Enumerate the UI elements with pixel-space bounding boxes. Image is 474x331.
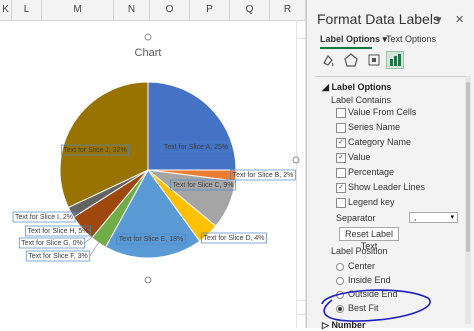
size-properties-icon[interactable] bbox=[365, 51, 383, 69]
data-label[interactable]: Text for Slice E, 18% bbox=[119, 236, 184, 243]
data-label[interactable]: Text for Slice I, 2% bbox=[15, 214, 73, 221]
separator-value: , bbox=[414, 213, 416, 222]
radio-inside-end[interactable] bbox=[336, 277, 344, 285]
section-label: Number bbox=[331, 320, 365, 330]
checkbox-label: Series Name bbox=[348, 122, 400, 132]
checkbox-label: Legend key bbox=[348, 197, 395, 207]
effects-icon[interactable] bbox=[342, 51, 360, 69]
resize-handle[interactable] bbox=[293, 157, 299, 163]
resize-handle[interactable] bbox=[145, 277, 151, 283]
tab-label-options[interactable]: Label Options ▾ bbox=[320, 34, 387, 45]
fill-line-icon[interactable] bbox=[319, 51, 337, 69]
radio-label: Best Fit bbox=[348, 303, 379, 313]
radio-label: Center bbox=[348, 261, 375, 271]
data-label[interactable]: Text for Slice H, 5% bbox=[27, 228, 88, 235]
scrollbar-thumb[interactable] bbox=[466, 82, 470, 252]
data-label[interactable]: Text for Slice B, 2% bbox=[233, 172, 294, 179]
section-label: Label Options bbox=[331, 82, 391, 92]
label-position-heading: Label Position bbox=[331, 246, 388, 256]
data-label[interactable]: Text for Slice F, 3% bbox=[28, 253, 88, 260]
pane-title: Format Data Labels bbox=[317, 11, 440, 27]
data-label[interactable]: Text for Slice D, 4% bbox=[203, 235, 264, 242]
radio-outside-end[interactable] bbox=[336, 291, 344, 299]
checkbox-label: Value bbox=[348, 152, 370, 162]
data-label[interactable]: Text for Slice A, 25% bbox=[164, 144, 228, 151]
label-contains-heading: Label Contains bbox=[331, 95, 391, 105]
separator-label: Separator bbox=[336, 213, 376, 223]
label-options-icon[interactable] bbox=[386, 51, 404, 69]
radio-best-fit[interactable] bbox=[336, 305, 344, 313]
reset-label-text-button[interactable]: Reset Label Text bbox=[339, 227, 399, 241]
tab-underline bbox=[320, 47, 372, 49]
section-label-options[interactable]: ◢ Label Options bbox=[322, 82, 391, 93]
checkbox-category-name[interactable]: ✓ bbox=[336, 138, 346, 148]
checkbox-legend-key[interactable] bbox=[336, 198, 346, 208]
checkbox-show-leader-lines[interactable]: ✓ bbox=[336, 183, 346, 193]
radio-center[interactable] bbox=[336, 263, 344, 271]
leader-line bbox=[90, 241, 100, 256]
checkbox-series-name[interactable] bbox=[336, 123, 346, 133]
close-icon[interactable]: ✕ bbox=[455, 13, 464, 26]
section-number[interactable]: ▷ Number bbox=[322, 320, 365, 331]
collapse-icon: ◢ bbox=[322, 82, 329, 92]
chevron-down-icon: ▾ bbox=[450, 213, 454, 221]
checkbox-label: Category Name bbox=[348, 137, 411, 147]
divider bbox=[315, 76, 465, 77]
expand-icon: ▷ bbox=[322, 320, 329, 330]
checkbox-label: Value From Cells bbox=[348, 107, 416, 117]
tab-label: Label Options bbox=[320, 34, 380, 44]
tab-text-options[interactable]: Text Options bbox=[386, 34, 436, 44]
checkbox-value-from-cells[interactable] bbox=[336, 108, 346, 118]
radio-label: Outside End bbox=[348, 289, 398, 299]
pie-slice[interactable] bbox=[148, 82, 236, 170]
radio-label: Inside End bbox=[348, 275, 391, 285]
data-label[interactable]: Text for Slice C, 9% bbox=[172, 182, 233, 189]
checkbox-percentage[interactable] bbox=[336, 168, 346, 178]
data-label[interactable]: Text for Slice J, 32% bbox=[63, 147, 126, 154]
checkbox-value[interactable]: ✓ bbox=[336, 153, 346, 163]
leader-line bbox=[85, 236, 93, 243]
checkbox-label: Show Leader Lines bbox=[348, 182, 425, 192]
data-label[interactable]: Text for Slice G, 0% bbox=[21, 240, 82, 247]
checkbox-label: Percentage bbox=[348, 167, 394, 177]
resize-handle[interactable] bbox=[145, 34, 151, 40]
separator-select[interactable]: , ▾ bbox=[409, 212, 458, 223]
chevron-down-icon[interactable]: ▾ bbox=[436, 13, 442, 26]
